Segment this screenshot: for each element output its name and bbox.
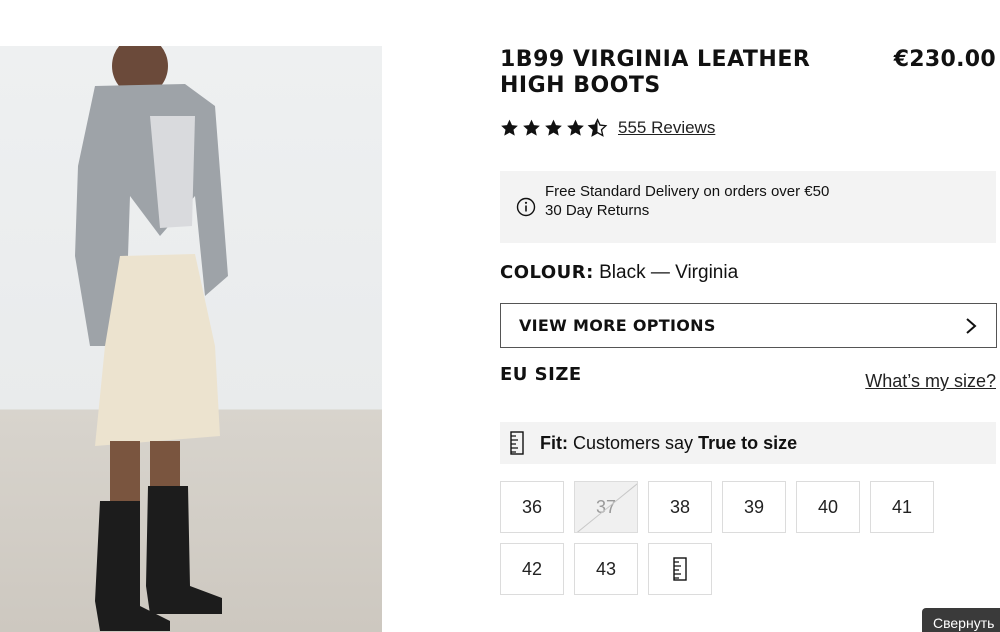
rating[interactable]: 555 Reviews [499, 118, 715, 138]
star-icon [501, 119, 518, 136]
fit-value: True to size [698, 432, 798, 453]
product-title: 1B99 VIRGINIA LEATHER HIGH BOOTS [500, 47, 811, 98]
delivery-text: Free Standard Delivery on orders over €5… [545, 183, 830, 200]
reviews-link[interactable]: 555 Reviews [618, 118, 715, 138]
ruler-icon [510, 431, 524, 455]
colour-row: COLOUR: Black — Virginia [500, 262, 738, 284]
size-option[interactable]: 39 [722, 481, 786, 533]
ruler-icon [673, 557, 687, 581]
colour-value: Black — Virginia [599, 262, 739, 283]
colour-label: COLOUR: [500, 262, 594, 283]
fit-label: Fit: [540, 432, 568, 453]
fit-info: Fit: Customers say True to size [500, 422, 996, 464]
half-star-icon [587, 118, 608, 137]
size-option[interactable]: 36 [500, 481, 564, 533]
info-icon [516, 197, 536, 217]
size-options: 36 37 38 39 40 41 42 43 [500, 481, 940, 595]
size-option[interactable]: 43 [574, 543, 638, 595]
size-option[interactable]: 42 [500, 543, 564, 595]
star-icon [567, 119, 584, 136]
star-icon [545, 119, 562, 136]
product-price: €230.00 [893, 47, 996, 72]
size-option-unavailable[interactable]: 37 [574, 481, 638, 533]
fit-text: Customers say [573, 432, 694, 453]
view-more-options-button[interactable]: VIEW MORE OPTIONS [500, 303, 997, 348]
size-guide-button[interactable] [648, 543, 712, 595]
product-image [0, 46, 382, 632]
star-rating [499, 118, 608, 138]
size-option[interactable]: 38 [648, 481, 712, 533]
delivery-info: Free Standard Delivery on orders over €5… [500, 171, 996, 243]
returns-text: 30 Day Returns [545, 202, 650, 219]
size-guide-link[interactable]: What’s my size? [865, 371, 996, 392]
size-option[interactable]: 40 [796, 481, 860, 533]
chevron-right-icon [966, 318, 977, 334]
size-option[interactable]: 41 [870, 481, 934, 533]
star-icon [523, 119, 540, 136]
model-illustration [75, 46, 228, 631]
collapse-tab[interactable]: Свернуть [922, 608, 1000, 632]
size-heading: EU SIZE [500, 364, 582, 385]
view-more-label: VIEW MORE OPTIONS [519, 316, 716, 335]
